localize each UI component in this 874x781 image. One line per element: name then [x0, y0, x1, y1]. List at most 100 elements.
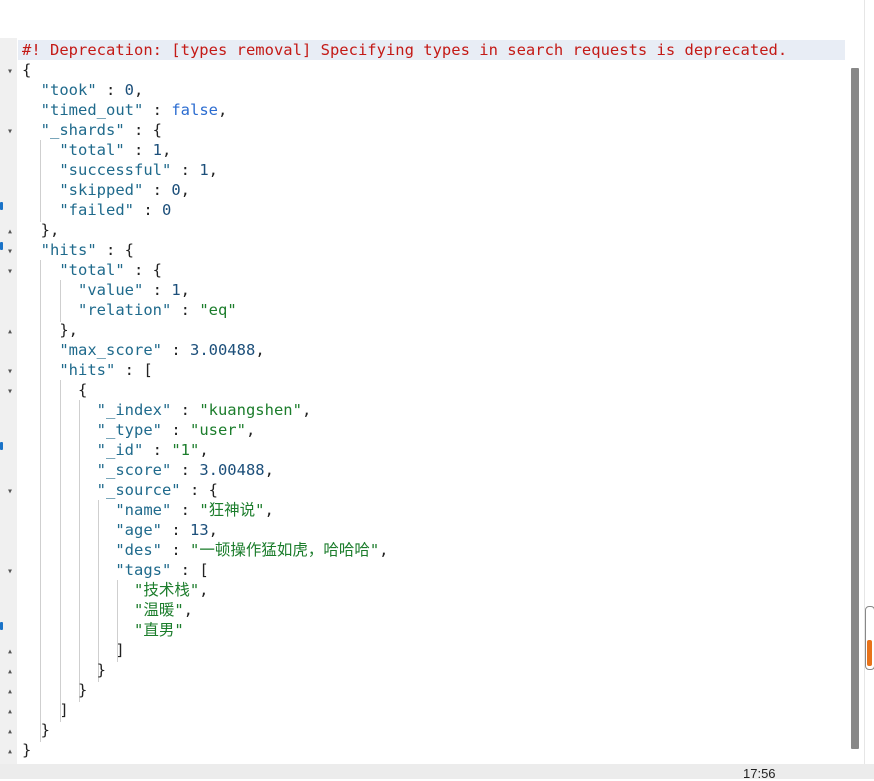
fold-collapse-icon[interactable]: ▾ — [5, 367, 15, 377]
json-line: "_source" : { — [96, 481, 218, 499]
brace: { — [78, 381, 88, 399]
fold-collapse-icon[interactable]: ▾ — [5, 267, 15, 277]
json-key: "_score" — [96, 461, 172, 479]
json-key: "total" — [59, 141, 125, 159]
gutter-markers — [0, 38, 4, 779]
json-key: "hits" — [40, 241, 97, 259]
json-line: "hits" : { — [40, 241, 134, 259]
json-key: "_source" — [96, 481, 181, 499]
brace: } — [78, 681, 88, 699]
fold-collapse-icon[interactable]: ▾ — [5, 487, 15, 497]
fold-expand-icon[interactable]: ▴ — [5, 227, 15, 237]
json-key: "skipped" — [59, 181, 144, 199]
json-key: "successful" — [59, 161, 172, 179]
json-key: "value" — [78, 281, 144, 299]
fold-expand-icon[interactable]: ▴ — [5, 667, 15, 677]
json-line: "skipped" : 0, — [59, 181, 191, 199]
json-line: "_type" : "user", — [96, 421, 256, 439]
brace: } — [22, 741, 32, 759]
json-key: "relation" — [78, 301, 172, 319]
json-line: "name" : "狂神说", — [115, 501, 274, 519]
fold-collapse-icon[interactable]: ▾ — [5, 567, 15, 577]
json-key: "tags" — [115, 561, 172, 579]
json-line: { — [22, 60, 31, 80]
brace: }, — [59, 321, 78, 339]
fold-expand-icon[interactable]: ▴ — [5, 707, 15, 717]
fold-collapse-icon[interactable]: ▾ — [5, 247, 15, 257]
json-line: "max_score" : 3.00488, — [59, 341, 265, 359]
json-key: "_shards" — [40, 121, 125, 139]
gutter-marker — [0, 622, 3, 630]
json-line: "_id" : "1", — [96, 441, 209, 459]
json-key: "failed" — [59, 201, 134, 219]
json-line: "_score" : 3.00488, — [96, 461, 274, 479]
brace: } — [96, 661, 106, 679]
json-value: 0 — [171, 181, 181, 199]
fold-collapse-icon[interactable]: ▾ — [5, 127, 15, 137]
json-value: "一顿操作猛如虎，哈哈哈" — [190, 541, 380, 559]
json-value: false — [171, 101, 218, 119]
json-value: 0 — [124, 81, 135, 99]
bracket: ] — [59, 701, 69, 719]
editor-scrollbar[interactable] — [851, 68, 859, 749]
json-value: "1" — [171, 441, 200, 459]
json-line: ] — [22, 700, 69, 720]
json-line: "hits" : [ — [59, 361, 153, 379]
fold-expand-icon[interactable]: ▴ — [5, 647, 15, 657]
json-key: "_id" — [96, 441, 144, 459]
json-line: "_shards" : { — [40, 121, 162, 139]
gutter-marker — [0, 442, 3, 450]
fold-expand-icon[interactable]: ▴ — [5, 687, 15, 697]
json-line: "tags" : [ — [115, 561, 209, 579]
json-line: }, — [22, 220, 60, 240]
page-scrollbar-indicator — [867, 640, 872, 666]
bracket: ] — [115, 641, 125, 659]
json-value: 1 — [199, 161, 209, 179]
json-line: "des" : "一顿操作猛如虎，哈哈哈", — [115, 541, 389, 559]
json-line: "total" : 1, — [59, 141, 172, 159]
json-line: "timed_out" : false, — [40, 101, 228, 119]
json-line: "直男" — [22, 620, 184, 640]
json-value: "直男" — [133, 621, 184, 639]
json-key: "des" — [115, 541, 162, 559]
fold-expand-icon[interactable]: ▴ — [5, 727, 15, 737]
deprecation-warning: #! Deprecation: [types removal] Specifyi… — [22, 41, 788, 59]
json-key: "timed_out" — [40, 101, 144, 119]
json-value: "user" — [189, 421, 246, 439]
json-value: 3.00488 — [189, 341, 256, 359]
json-key: "hits" — [59, 361, 116, 379]
json-line: "技术栈", — [133, 581, 209, 599]
fold-collapse-icon[interactable]: ▾ — [5, 387, 15, 397]
json-key: "_index" — [96, 401, 172, 419]
fold-expand-icon[interactable]: ▴ — [5, 747, 15, 757]
json-key: "age" — [115, 521, 162, 539]
json-line: }, — [22, 320, 78, 340]
brace: }, — [40, 221, 60, 239]
json-line: "age" : 13, — [115, 521, 219, 539]
json-line: "温暖", — [133, 601, 193, 619]
gutter-marker — [0, 202, 3, 210]
brace: } — [40, 721, 51, 739]
response-output-panel[interactable]: #! Deprecation: [types removal] Specifyi… — [18, 38, 854, 759]
json-value: "技术栈" — [133, 581, 200, 599]
json-key: "max_score" — [59, 341, 162, 359]
json-line: } — [22, 680, 87, 700]
json-value: "eq" — [199, 301, 237, 319]
json-value: 0 — [161, 201, 172, 219]
json-line: "failed" : 0 — [59, 201, 172, 219]
json-key: "name" — [115, 501, 172, 519]
json-value: 1 — [171, 281, 181, 299]
json-line: "successful" : 1, — [59, 161, 218, 179]
json-line: } — [22, 740, 31, 759]
json-key: "took" — [40, 81, 97, 99]
json-value: 3.00488 — [199, 461, 265, 479]
json-value: 13 — [190, 521, 209, 539]
json-value: "kuangshen" — [199, 401, 302, 419]
json-line: "took" : 0, — [40, 81, 144, 99]
json-line: "total" : { — [59, 261, 162, 279]
top-bar — [0, 0, 874, 38]
json-value: 1 — [152, 141, 162, 159]
fold-expand-icon[interactable]: ▴ — [5, 327, 15, 337]
fold-collapse-icon[interactable]: ▾ — [5, 67, 15, 77]
json-line: } — [22, 660, 106, 680]
